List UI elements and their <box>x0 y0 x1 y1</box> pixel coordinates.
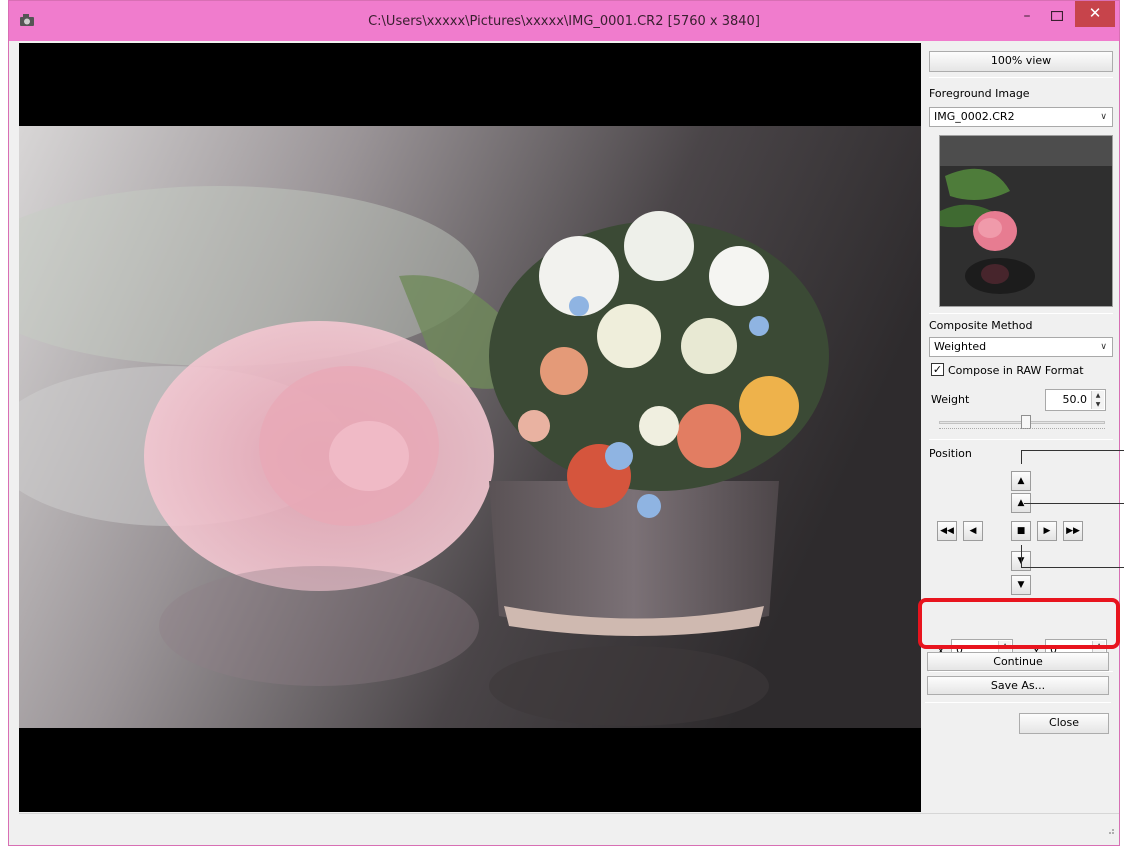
spin-arrows-icon[interactable]: ▲▼ <box>1091 391 1104 409</box>
separator <box>929 439 1113 440</box>
window-title: C:\Users\xxxxx\Pictures\xxxxx\IMG_0001.C… <box>368 14 760 29</box>
move-left-button[interactable]: ◀ <box>963 521 983 541</box>
double-up-arrow-icon: ▲ <box>1017 476 1025 486</box>
separator <box>929 77 1113 78</box>
resize-grip-icon[interactable] <box>1105 825 1115 835</box>
center-dot-icon: ■ <box>1016 526 1026 536</box>
weight-label: Weight <box>931 393 970 406</box>
foreground-image-select[interactable]: IMG_0002.CR2 ∨ <box>929 107 1113 127</box>
position-label: Position <box>929 447 972 460</box>
continue-button-main[interactable]: Continue <box>927 652 1109 671</box>
composite-preview-image <box>19 126 921 728</box>
save-as-button[interactable]: Save As... <box>927 676 1109 695</box>
move-left-fast-button[interactable]: ◀◀ <box>937 521 957 541</box>
chevron-down-icon: ∨ <box>1100 112 1107 122</box>
composite-tool-window: C:\Users\xxxxx\Pictures\xxxxx\IMG_0001.C… <box>8 0 1120 846</box>
right-arrow-icon: ▶ <box>1043 526 1051 536</box>
move-right-button[interactable]: ▶ <box>1037 521 1057 541</box>
composite-method-select[interactable]: Weighted ∨ <box>929 337 1113 357</box>
chevron-down-icon: ∨ <box>1100 342 1107 352</box>
maximize-icon <box>1050 10 1064 22</box>
preview-canvas[interactable] <box>19 43 921 812</box>
compose-raw-label: Compose in RAW Format <box>948 364 1084 377</box>
double-right-arrow-icon: ▶▶ <box>1066 526 1080 536</box>
separator <box>929 313 1113 314</box>
move-right-fast-button[interactable]: ▶▶ <box>1063 521 1083 541</box>
callout-line <box>1024 503 1124 504</box>
xy-highlight-box <box>918 598 1120 649</box>
separator <box>929 671 1113 672</box>
foreground-image-label: Foreground Image <box>929 87 1030 100</box>
close-window-button[interactable]: ✕ <box>1075 1 1115 27</box>
callout-line <box>1021 567 1124 568</box>
composite-method-label: Composite Method <box>929 319 1033 332</box>
compose-raw-checkbox[interactable]: ✓ <box>931 363 944 376</box>
close-icon: ✕ <box>1088 4 1102 22</box>
move-up-fast-button[interactable]: ▲ <box>1011 471 1031 491</box>
composite-method-value: Weighted <box>934 340 987 353</box>
reset-position-button[interactable]: ■ <box>1011 521 1031 541</box>
foreground-thumbnail <box>939 135 1113 307</box>
left-arrow-icon: ◀ <box>969 526 977 536</box>
weight-slider-ticks <box>939 428 1105 430</box>
minimize-icon: – <box>1023 8 1031 24</box>
title-bar[interactable]: C:\Users\xxxxx\Pictures\xxxxx\IMG_0001.C… <box>9 1 1119 41</box>
status-bar <box>19 813 1119 839</box>
callout-line <box>1021 450 1022 464</box>
weight-input[interactable]: 50.0 ▲ ▼ <box>1045 389 1106 411</box>
foreground-image-value: IMG_0002.CR2 <box>934 110 1015 123</box>
callout-line <box>1021 450 1124 451</box>
maximize-button[interactable] <box>1043 5 1071 29</box>
100-percent-view-button[interactable]: 100% view <box>929 51 1113 72</box>
double-left-arrow-icon: ◀◀ <box>940 526 954 536</box>
callout-line <box>1021 545 1022 567</box>
move-down-fast-button[interactable]: ▼ <box>1011 575 1031 595</box>
weight-value: 50.0 <box>1062 393 1088 406</box>
foreground-thumbnail-image <box>940 136 1112 306</box>
separator <box>925 702 1111 703</box>
minimize-button[interactable]: – <box>1013 5 1041 29</box>
double-down-arrow-icon: ▼ <box>1017 580 1025 590</box>
weight-slider-thumb[interactable] <box>1021 415 1031 429</box>
close-button[interactable]: Close <box>1019 713 1109 734</box>
control-panel: 100% view Foreground Image IMG_0002.CR2 … <box>925 43 1117 811</box>
